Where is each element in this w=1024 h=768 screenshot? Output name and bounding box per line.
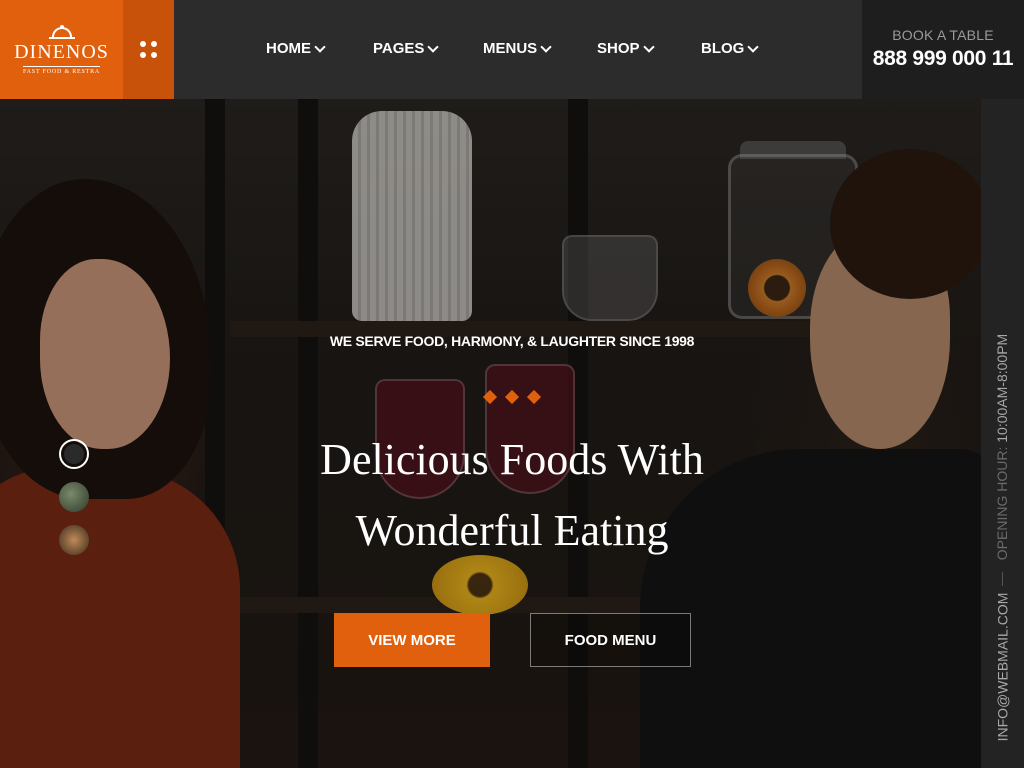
- cloche-icon: [48, 24, 75, 39]
- chevron-down-icon: [642, 40, 655, 53]
- nav-label: BLOG: [701, 40, 745, 57]
- opening-hours-label: OPENING HOUR:: [994, 442, 1011, 561]
- chevron-down-icon: [314, 40, 326, 53]
- logo-tagline: FAST FOOD & RESTRA: [22, 65, 101, 75]
- slide-thumb-2[interactable]: [59, 482, 89, 512]
- book-table[interactable]: BOOK A TABLE 888 999 000 11: [862, 0, 1024, 99]
- nav-label: MENUS: [483, 40, 538, 57]
- info-sidebar: OPENING HOUR: 10:00AM-8:00PM INFO@WEBMAI…: [981, 99, 1024, 768]
- nav-item-home[interactable]: HOME: [266, 40, 326, 57]
- slide-thumb-3[interactable]: [59, 525, 89, 555]
- chevron-down-icon: [427, 40, 440, 53]
- email-text[interactable]: INFO@WEBMAIL.COM: [995, 593, 1011, 742]
- nav-label: PAGES: [373, 40, 425, 57]
- hero-slider: [0, 99, 981, 768]
- grid-dots-icon: [140, 41, 157, 58]
- nav-label: SHOP: [597, 40, 640, 57]
- email-link[interactable]: INFO@WEBMAIL.COM: [981, 593, 1024, 742]
- sidebar-divider: [1002, 572, 1003, 586]
- menu-toggle-button[interactable]: [123, 0, 174, 99]
- nav-item-shop[interactable]: SHOP: [597, 40, 655, 57]
- chevron-down-icon: [747, 40, 760, 53]
- opening-hours-value: 10:00AM-8:00PM: [994, 333, 1011, 443]
- nav-item-pages[interactable]: PAGES: [373, 40, 440, 57]
- book-table-phone[interactable]: 888 999 000 11: [862, 47, 1024, 71]
- hero-overlay: [0, 99, 981, 768]
- logo[interactable]: DINENOS FAST FOOD & RESTRA: [0, 0, 123, 99]
- book-table-label: BOOK A TABLE: [892, 27, 994, 43]
- logo-name: DINENOS: [14, 40, 109, 63]
- chevron-down-icon: [540, 40, 552, 53]
- nav-item-blog[interactable]: BLOG: [701, 40, 760, 57]
- slide-thumb-1[interactable]: [59, 439, 89, 469]
- nav-item-menus[interactable]: MENUS: [483, 40, 552, 57]
- food-menu-button[interactable]: FOOD MENU: [530, 613, 691, 667]
- view-more-button[interactable]: VIEW MORE: [334, 613, 490, 667]
- nav-label: HOME: [266, 40, 311, 57]
- slide-thumbnails: [59, 439, 89, 568]
- opening-hours: OPENING HOUR: 10:00AM-8:00PM: [981, 334, 1024, 560]
